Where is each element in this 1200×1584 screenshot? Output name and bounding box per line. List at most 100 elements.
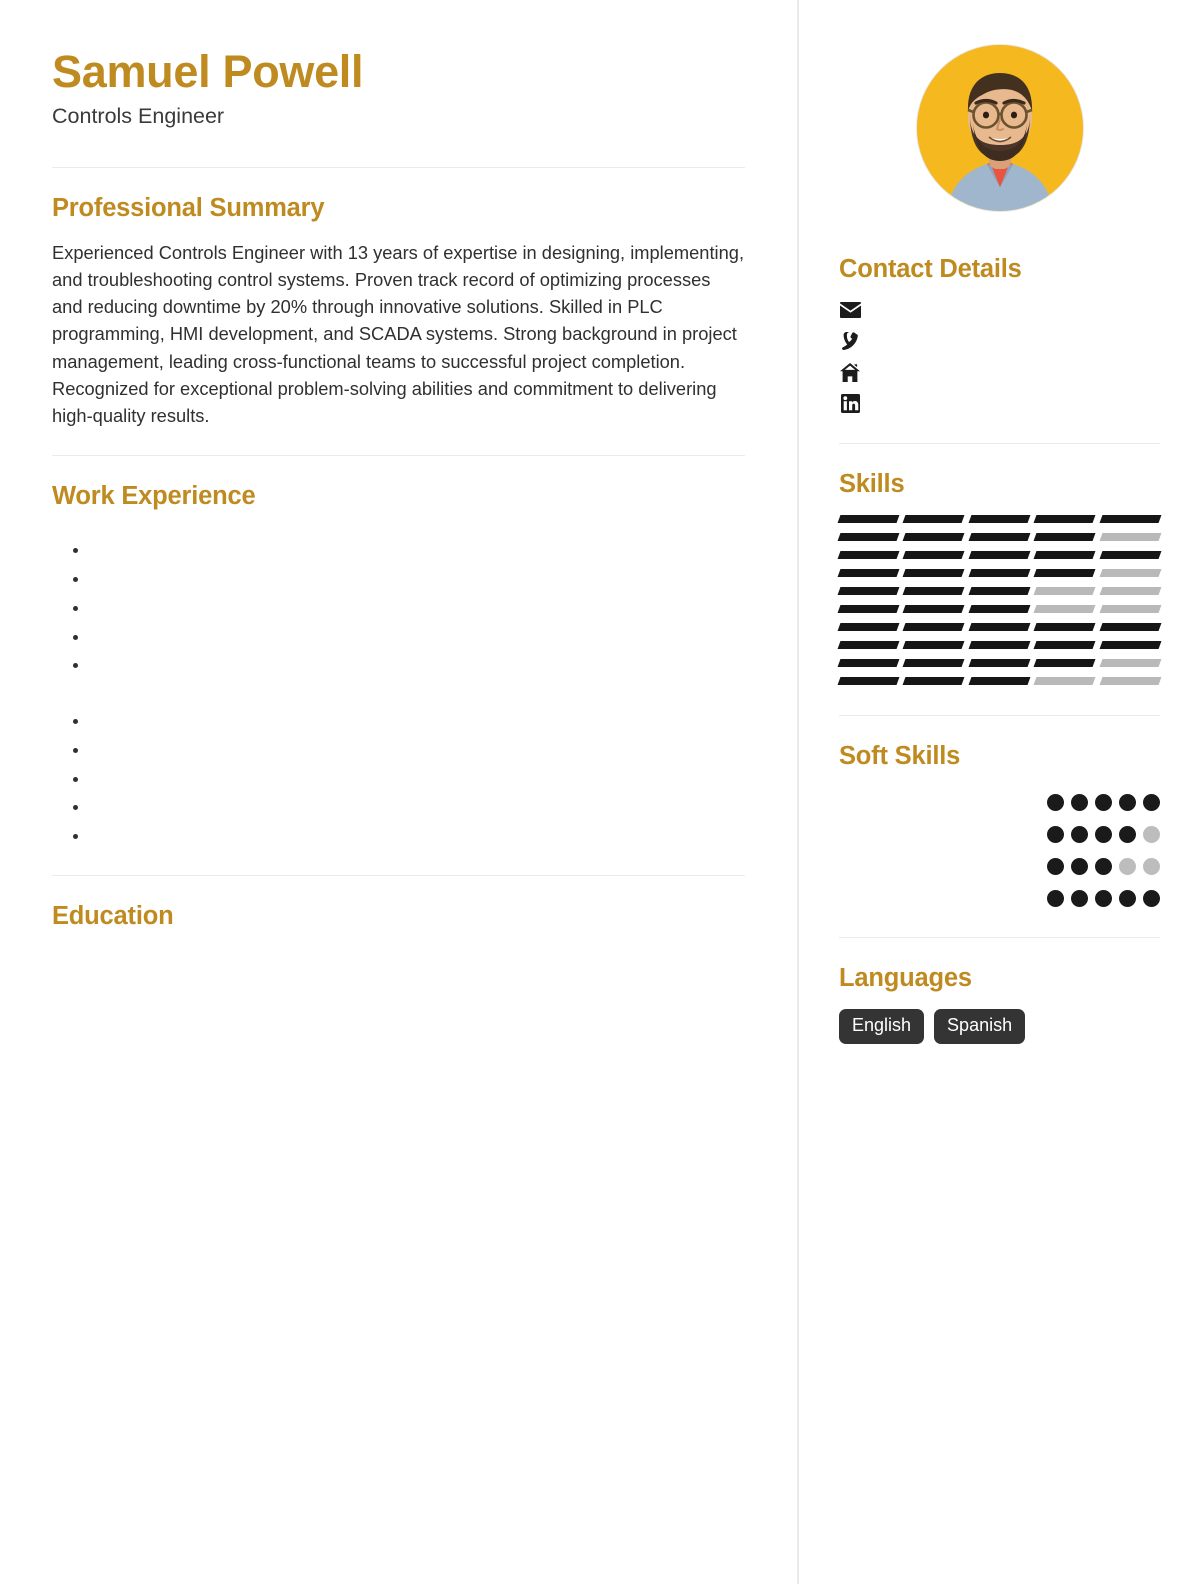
skill-level-segment <box>968 551 1031 559</box>
skill-level-segment <box>1033 587 1097 595</box>
education-entries-list <box>52 947 745 969</box>
skill-level-bar <box>837 677 1162 685</box>
contact-row[interactable] <box>839 331 1160 351</box>
soft-skill-rating <box>1047 819 1160 843</box>
skill-level-segment <box>902 551 966 559</box>
sidebar-column: Contact Details Skills Soft Skills Langu… <box>797 0 1200 1584</box>
skill-level-segment <box>837 587 900 595</box>
skill-row <box>837 515 1162 523</box>
section-title-soft-skills: Soft Skills <box>839 742 961 770</box>
section-professional-summary: Professional Summary Experienced Control… <box>52 194 745 430</box>
skill-row <box>837 533 1162 541</box>
skill-level-segment <box>837 623 900 631</box>
avatar <box>916 45 1083 211</box>
skill-level-segment <box>902 677 966 685</box>
section-title-work: Work Experience <box>52 482 256 511</box>
skill-level-segment <box>902 515 966 523</box>
skill-level-segment <box>1099 641 1162 649</box>
header-block: Samuel Powell Controls Engineer <box>52 48 745 129</box>
skill-level-segment <box>902 659 966 667</box>
language-chip[interactable]: Spanish <box>934 1009 1026 1044</box>
soft-skill-dot <box>1119 890 1136 907</box>
avatar-photo-illustration <box>916 45 1083 211</box>
skill-level-segment <box>968 587 1031 595</box>
skills-divider <box>839 715 1160 716</box>
soft-skill-row <box>839 883 1160 907</box>
work-bullet <box>90 536 745 563</box>
candidate-job-title: Controls Engineer <box>52 103 225 128</box>
work-bullet <box>90 594 745 621</box>
skill-level-segment <box>902 623 966 631</box>
summary-divider <box>52 455 745 457</box>
skill-level-segment <box>968 569 1031 577</box>
soft-skill-dot <box>1047 858 1064 875</box>
contact-row[interactable] <box>839 393 1160 413</box>
skill-level-bar <box>837 533 1162 541</box>
phone-icon <box>839 331 861 351</box>
skill-row <box>837 605 1162 613</box>
soft-skill-rating <box>1047 883 1160 907</box>
skill-level-segment <box>837 569 900 577</box>
linkedin-icon <box>839 393 861 413</box>
skill-row <box>837 551 1162 559</box>
skill-level-segment <box>968 677 1031 685</box>
skill-row <box>837 587 1162 595</box>
skill-level-segment <box>902 569 966 577</box>
soft-skills-list <box>839 787 1160 907</box>
soft-skill-row <box>839 787 1160 811</box>
skill-level-segment <box>968 623 1031 631</box>
skill-level-segment <box>902 587 966 595</box>
skill-level-bar <box>837 551 1162 559</box>
soft-skill-rating <box>1047 851 1160 875</box>
soft-skill-dot <box>1071 826 1088 843</box>
soft-skill-row <box>839 851 1160 875</box>
section-title-contact: Contact Details <box>839 255 1022 283</box>
skill-level-segment <box>837 641 900 649</box>
skill-row <box>837 659 1162 667</box>
section-title-summary: Professional Summary <box>52 193 325 222</box>
skill-level-bar <box>837 569 1162 577</box>
work-bullets <box>52 707 745 849</box>
skill-level-segment <box>968 659 1031 667</box>
contact-row[interactable] <box>839 300 1160 320</box>
soft-skill-dot <box>1047 794 1064 811</box>
skill-row <box>837 623 1162 631</box>
work-bullet <box>90 822 745 849</box>
section-title-education: Education <box>52 901 174 930</box>
soft-skill-dot <box>1071 890 1088 907</box>
skill-level-segment <box>1033 605 1097 613</box>
skill-level-segment <box>837 659 900 667</box>
skill-level-segment <box>1033 533 1097 541</box>
skill-level-segment <box>1099 515 1162 523</box>
soft-skill-dot <box>1071 858 1088 875</box>
skill-level-segment <box>1033 551 1097 559</box>
home-icon <box>839 362 861 382</box>
skill-level-bar <box>837 587 1162 595</box>
soft-skill-dot <box>1095 890 1112 907</box>
skill-level-segment <box>1099 677 1162 685</box>
soft-skill-dot <box>1071 794 1088 811</box>
section-title-languages: Languages <box>839 964 972 992</box>
work-bullet <box>90 623 745 650</box>
soft-skills-divider <box>839 937 1160 938</box>
work-bullets <box>52 536 745 678</box>
skill-level-segment <box>1033 623 1097 631</box>
language-chip[interactable]: English <box>839 1009 925 1044</box>
contact-divider <box>839 443 1160 444</box>
soft-skill-dot <box>1143 890 1160 907</box>
section-title-skills: Skills <box>839 470 905 498</box>
main-column: Samuel Powell Controls Engineer Professi… <box>0 0 797 1584</box>
skill-level-bar <box>837 605 1162 613</box>
skill-level-segment <box>902 605 966 613</box>
skill-level-segment <box>1099 623 1162 631</box>
section-languages: Languages English Spanish <box>839 964 1160 1044</box>
skill-level-bar <box>837 641 1162 649</box>
skill-level-segment <box>1099 587 1162 595</box>
skill-level-bar <box>837 623 1162 631</box>
contact-row[interactable] <box>839 362 1160 382</box>
skill-level-segment <box>1033 641 1097 649</box>
skill-level-bar <box>837 515 1162 523</box>
soft-skill-dot <box>1119 794 1136 811</box>
soft-skill-dot <box>1143 858 1160 875</box>
skill-level-segment <box>1033 677 1097 685</box>
